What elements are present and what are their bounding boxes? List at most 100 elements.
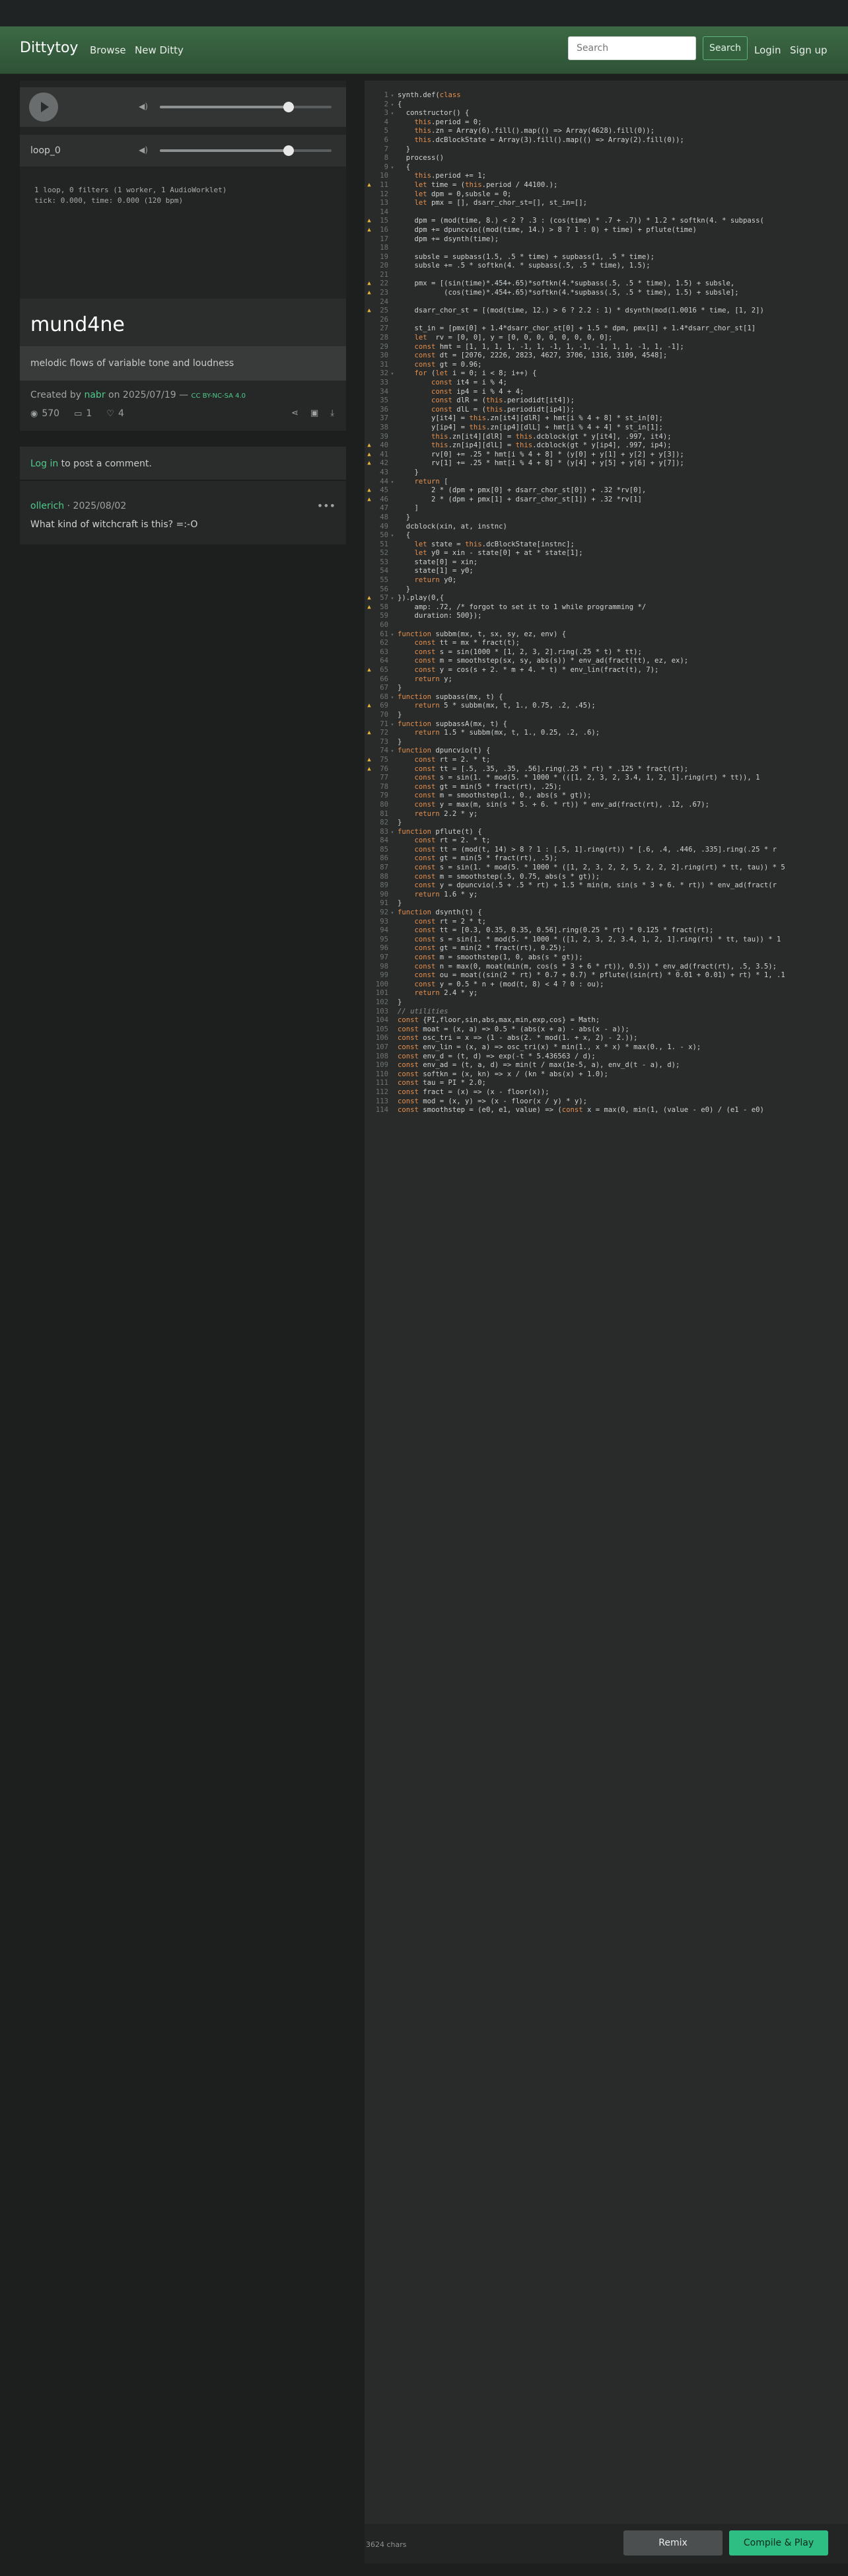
code-line[interactable]: 70} bbox=[365, 711, 848, 720]
code-line[interactable]: 34 const ip4 = i % 4 + 4; bbox=[365, 388, 848, 397]
code-line[interactable]: 95 const s = sin(1. * mod(5. * 1000 * ([… bbox=[365, 936, 848, 945]
code-line[interactable]: 30 const dt = [2076, 2226, 2823, 4627, 3… bbox=[365, 351, 848, 361]
code-line[interactable]: 29 const hmt = [1, 1, 1, 1, -1, 1, -1, 1… bbox=[365, 343, 848, 352]
code-text[interactable]: subsle += .5 * softkn(4. * supbass(.5, .… bbox=[396, 262, 651, 271]
code-line[interactable]: 10 this.period += 1; bbox=[365, 172, 848, 181]
code-text[interactable]: function supbass(mx, t) { bbox=[396, 693, 503, 702]
code-text[interactable]: const osc_tri = x => (1 - abs(2. * mod(1… bbox=[396, 1034, 638, 1043]
code-text[interactable]: this.period = 0; bbox=[396, 118, 482, 128]
code-line[interactable]: 4 this.period = 0; bbox=[365, 118, 848, 128]
code-text[interactable]: function dsynth(t) { bbox=[396, 908, 482, 918]
code-text[interactable]: const gt = min(5 * fract(rt), .25); bbox=[396, 783, 562, 792]
code-line[interactable]: 89 const y = dpuncvio(.5 + .5 * rt) + 1.… bbox=[365, 881, 848, 891]
code-text[interactable]: let time = (this.period / 44100.); bbox=[396, 181, 558, 190]
code-text[interactable]: }).play(0,{ bbox=[396, 594, 444, 603]
code-line[interactable]: 8 process() bbox=[365, 154, 848, 163]
code-line[interactable]: 105 const moat = (x, a) => 0.5 * (abs(x +… bbox=[365, 1025, 848, 1035]
code-text[interactable]: const rt = 2. * t; bbox=[396, 756, 491, 765]
code-text[interactable]: dpm += dpuncvio((mod(time, 14.) > 8 ? 1 … bbox=[396, 226, 697, 235]
code-line[interactable]: 87 const s = sin(1. * mod(5. * 1000 * ([… bbox=[365, 864, 848, 873]
code-text[interactable]: const tt = [0.3, 0.35, 0.35, 0.56].ring(… bbox=[396, 926, 714, 936]
code-line[interactable]: 60 bbox=[365, 621, 848, 630]
code-line[interactable]: 82} bbox=[365, 819, 848, 828]
code-text[interactable]: const dlL = (this.periodidt[ip4]); bbox=[396, 406, 575, 415]
code-line[interactable]: 109 const env_ad = (t, a, d) => min(t / m… bbox=[365, 1061, 848, 1070]
code-line[interactable]: 71 ▾ function supbassA(mx, t) { bbox=[365, 720, 848, 729]
code-text[interactable]: const ip4 = i % 4 + 4; bbox=[396, 388, 524, 397]
code-line[interactable]: 81 return 2.2 * y; bbox=[365, 810, 848, 819]
code-line[interactable]: 100 const y = 0.5 * n + (mod(t, 8) < 4 ?… bbox=[365, 980, 848, 990]
code-text[interactable]: function subbm(mx, t, sx, sy, ez, env) { bbox=[396, 630, 566, 640]
code-line[interactable]: 84 const rt = 2. * t; bbox=[365, 836, 848, 846]
code-line[interactable]: 86 const gt = min(5 * fract(rt), .5); bbox=[365, 854, 848, 864]
code-text[interactable] bbox=[396, 208, 398, 217]
code-line[interactable]: 91} bbox=[365, 899, 848, 908]
code-text[interactable]: const m = smoothstep(.5, 0.75, abs(s * g… bbox=[396, 873, 600, 882]
fold-toggle-icon[interactable]: ▾ bbox=[388, 594, 396, 603]
code-line[interactable]: 107 const env_lin = (x, a) => osc_tri(x) … bbox=[365, 1043, 848, 1052]
code-text[interactable]: const dlR = (this.periodidt[it4]); bbox=[396, 396, 575, 406]
code-text[interactable]: } bbox=[396, 684, 402, 693]
code-line[interactable]: 93 const rt = 2 * t; bbox=[365, 918, 848, 927]
code-line[interactable]: 90 return 1.6 * y; bbox=[365, 891, 848, 900]
code-line[interactable]: 111 const tau = PI * 2.0; bbox=[365, 1079, 848, 1088]
code-text[interactable]: let rv = [0, 0], y = [0, 0, 0, 0, 0, 0, … bbox=[396, 334, 613, 343]
code-text[interactable]: amp: .72, /* forgot to set it to 1 while… bbox=[396, 603, 647, 612]
master-volume-slider[interactable] bbox=[160, 102, 332, 112]
code-line[interactable]: 21 bbox=[365, 271, 848, 280]
code-line[interactable]: ▲ 11 let time = (this.period / 44100.); bbox=[365, 181, 848, 190]
code-text[interactable]: let dpm = 0,subsle = 0; bbox=[396, 190, 512, 200]
heart-icon[interactable]: ♡ bbox=[106, 409, 114, 419]
code-text[interactable]: const softkn = (x, kn) => x / (kn * abs(… bbox=[396, 1070, 608, 1080]
code-line[interactable]: 99 const ou = moat((sin(2 * rt) * 0.7 + … bbox=[365, 971, 848, 980]
code-text[interactable]: dcblock(xin, at, instnc) bbox=[396, 523, 507, 532]
code-text[interactable]: const moat = (x, a) => 0.5 * (abs(x + a)… bbox=[396, 1025, 629, 1035]
code-line[interactable]: 59 duration: 500}); bbox=[365, 612, 848, 621]
code-text[interactable]: } bbox=[396, 899, 402, 908]
author-link[interactable]: nabr bbox=[84, 390, 105, 400]
code-text[interactable]: this.dcBlockState = Array(3).fill().map(… bbox=[396, 136, 684, 145]
code-line[interactable]: ▲ 57 ▾}).play(0,{ bbox=[365, 594, 848, 603]
code-text[interactable]: const s = sin(1. * mod(5. * 1000 * (([1,… bbox=[396, 774, 760, 783]
code-line[interactable]: 31 const gt = 0.96; bbox=[365, 361, 848, 370]
code-text[interactable]: const y = 0.5 * n + (mod(t, 8) < 4 ? 0 :… bbox=[396, 980, 604, 990]
code-text[interactable]: const ou = moat((sin(2 * rt) * 0.7 + 0.7… bbox=[396, 971, 785, 980]
code-line[interactable]: 83 ▾ function pflute(t) { bbox=[365, 828, 848, 837]
code-text[interactable]: this.period += 1; bbox=[396, 172, 486, 181]
code-line[interactable]: 14 bbox=[365, 208, 848, 217]
code-text[interactable]: const fract = (x) => (x - floor(x)); bbox=[396, 1088, 549, 1097]
code-text[interactable]: y[ip4] = this.zn[ip4][dlL] + hmt[i % 4 +… bbox=[396, 423, 663, 433]
code-text[interactable]: const gt = min(2 * fract(rt), 0.25); bbox=[396, 944, 567, 953]
code-text[interactable]: const env_ad = (t, a, d) => min(t / max(… bbox=[396, 1061, 680, 1070]
code-text[interactable]: const it4 = i % 4; bbox=[396, 379, 507, 388]
code-text[interactable]: } bbox=[396, 145, 410, 155]
code-text[interactable]: duration: 500}); bbox=[396, 612, 482, 621]
code-line[interactable]: 20 subsle += .5 * softkn(4. * supbass(.5… bbox=[365, 262, 848, 271]
code-text[interactable]: const m = smoothstep(1, 0, abs(s * gt)); bbox=[396, 953, 583, 963]
code-text[interactable]: 2 * (dpm + pmx[0] + dsarr_chor_st[0]) + … bbox=[396, 486, 646, 496]
code-text[interactable]: } bbox=[396, 585, 410, 595]
fold-toggle-icon[interactable]: ▾ bbox=[388, 100, 396, 110]
code-line[interactable]: 1 ▾ synth.def(class bbox=[365, 91, 848, 100]
code-text[interactable]: st_in = [pmx[0] + 1.4*dsarr_chor_st[0] +… bbox=[396, 324, 756, 334]
code-text[interactable]: return 5 * subbm(mx, t, 1., 0.75, .2, .4… bbox=[396, 702, 596, 711]
code-line[interactable]: 26 bbox=[365, 316, 848, 325]
fold-toggle-icon[interactable]: ▾ bbox=[388, 630, 396, 640]
code-line[interactable]: ▲ 22 pmx = [(sin(time)*.454+.65)*softkn(4… bbox=[365, 279, 848, 289]
code-text[interactable]: const {PI,floor,sin,abs,max,min,exp,cos}… bbox=[396, 1016, 600, 1025]
code-line[interactable]: 54 state[1] = y0; bbox=[365, 567, 848, 576]
fold-toggle-icon[interactable]: ▾ bbox=[388, 828, 396, 837]
code-line[interactable]: 48 } bbox=[365, 513, 848, 523]
nav-link-browse[interactable]: Browse bbox=[90, 44, 126, 56]
code-text[interactable]: return 1.6 * y; bbox=[396, 891, 478, 900]
signup-link[interactable]: Sign up bbox=[790, 44, 828, 56]
code-text[interactable]: this.zn = Array(6).fill().map(() => Arra… bbox=[396, 127, 655, 136]
code-line[interactable]: 52 let y0 = xin - state[0] + at * state[… bbox=[365, 549, 848, 558]
login-link[interactable]: Login bbox=[754, 44, 781, 56]
code-text[interactable]: const tau = PI * 2.0; bbox=[396, 1079, 486, 1088]
code-line[interactable]: 7 } bbox=[365, 145, 848, 155]
code-line[interactable]: 104 const {PI,floor,sin,abs,max,min,exp,c… bbox=[365, 1016, 848, 1025]
code-text[interactable] bbox=[396, 298, 398, 307]
code-line[interactable]: 53 state[0] = xin; bbox=[365, 558, 848, 568]
code-line[interactable]: ▲ 16 dpm += dpuncvio((mod(time, 14.) > 8 … bbox=[365, 226, 848, 235]
